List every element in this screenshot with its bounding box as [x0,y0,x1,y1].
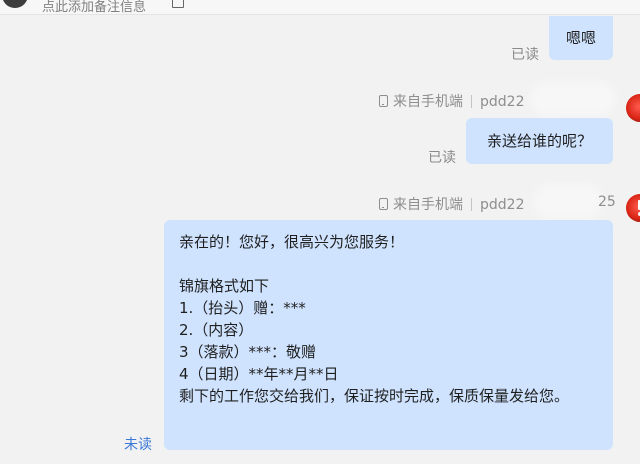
message-line [179,253,599,275]
seller-avatar[interactable] [626,194,640,222]
contact-avatar[interactable] [2,0,28,8]
message-bubble[interactable]: 嗯嗯 [549,16,613,60]
source-label: 来自手机端 [393,197,463,213]
message-line: 亲在的！您好，很高兴为您服务！ [179,233,405,251]
message-text: 嗯嗯 [565,29,596,47]
message-line: 3（落款）***：敬赠 [179,343,317,361]
remark-hint[interactable]: 点此添加备注信息 [42,0,146,15]
chat-header: 点此添加备注信息 [0,0,640,15]
edit-icon[interactable] [172,0,184,8]
message-line: 2.（内容） [179,321,254,339]
message-text: 亲送给谁的呢？ [486,132,592,150]
message-line: 剩下的工作您交给我们，保证按时完成，保质保量发给您。 [179,387,570,405]
message-bubble[interactable]: 亲送给谁的呢？ [466,118,613,164]
sender-name-suffix: 25 [598,194,616,210]
redacted-area [540,191,596,213]
message-line: 锦旗格式如下 [179,277,270,295]
message-bubble[interactable]: 亲在的！您好，很高兴为您服务！ 锦旗格式如下 1.（抬头）赠：*** 2.（内容… [164,220,613,450]
sender-name: pdd22 [480,94,525,110]
redacted-area [537,88,609,110]
seller-avatar[interactable] [626,94,640,122]
message-line: 1.（抬头）赠：*** [179,299,306,317]
source-label: 来自手机端 [393,94,463,110]
message-meta: 来自手机端 pdd22 [379,91,524,111]
sender-name: pdd22 [480,197,525,213]
read-status: 已读 [511,47,539,63]
message-line: 4（日期）**年**月**日 [179,365,339,383]
read-status: 已读 [428,150,456,166]
message-meta: 来自手机端 pdd22 [379,194,524,214]
unread-status: 未读 [124,437,152,453]
phone-icon [379,95,388,107]
phone-icon [379,198,388,210]
